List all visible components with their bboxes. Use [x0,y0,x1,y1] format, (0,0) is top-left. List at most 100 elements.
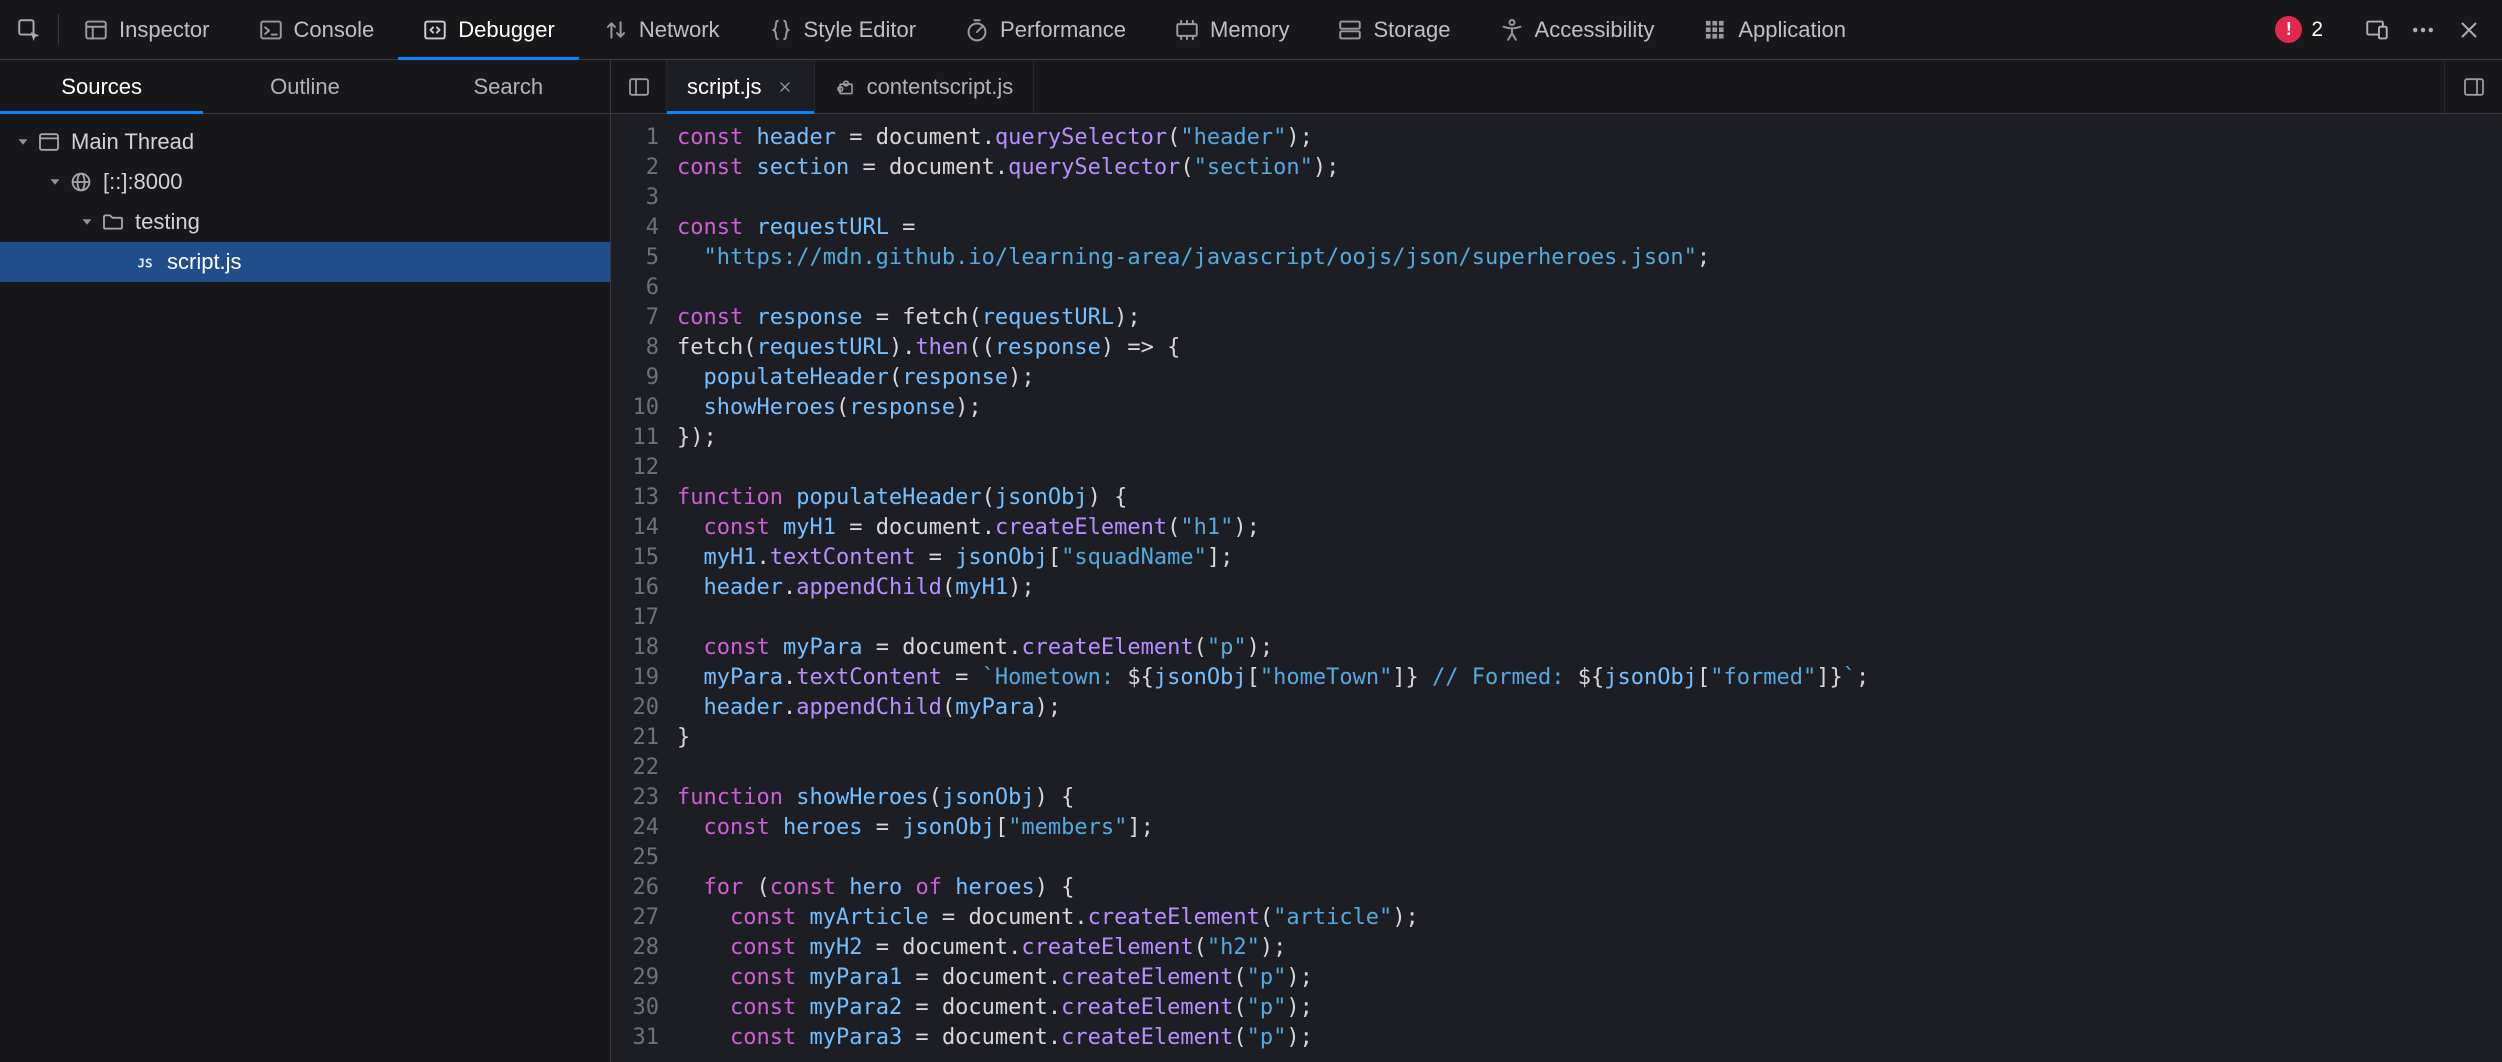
devtools-tab-debugger[interactable]: Debugger [398,0,579,59]
code-line-content: const requestURL = [677,213,915,243]
line-number[interactable]: 20 [611,693,677,723]
tree-item-script-js[interactable]: JSscript.js [0,242,610,282]
code-token: "p" [1247,995,1287,1020]
close-devtools-button[interactable] [2456,17,2482,43]
line-number[interactable]: 22 [611,753,677,783]
line-number[interactable]: 6 [611,273,677,303]
tree-item-testing[interactable]: testing [0,202,610,242]
line-number[interactable]: 2 [611,153,677,183]
devtools-toolbar: InspectorConsoleDebuggerNetworkStyle Edi… [0,0,2502,60]
panel-tab-outline[interactable]: Outline [203,60,406,113]
code-token [677,695,704,720]
panel-tab-search[interactable]: Search [407,60,610,113]
devtools-tab-inspector[interactable]: Inspector [59,0,234,59]
code-token: = [915,545,955,570]
caret-down-icon[interactable] [76,213,98,231]
line-number[interactable]: 15 [611,543,677,573]
code-token: showHeroes [796,785,928,810]
line-number[interactable]: 27 [611,903,677,933]
line-number[interactable]: 28 [611,933,677,963]
tree-item-host-8000[interactable]: [::]:8000 [0,162,610,202]
line-number[interactable]: 16 [611,573,677,603]
line-number[interactable]: 13 [611,483,677,513]
line-number[interactable]: 25 [611,843,677,873]
code-token: ( [1260,905,1273,930]
line-number[interactable]: 23 [611,783,677,813]
code-token [677,575,704,600]
line-number[interactable]: 8 [611,333,677,363]
responsive-design-mode-button[interactable] [2364,17,2390,43]
line-number[interactable]: 11 [611,423,677,453]
caret-down-icon[interactable] [44,173,66,191]
code-token: . [982,515,995,540]
code-token: ); [955,395,982,420]
line-number[interactable]: 21 [611,723,677,753]
line-number[interactable]: 4 [611,213,677,243]
code-line-content: const myH2 = document.createElement("h2"… [677,933,1286,963]
line-number[interactable]: 9 [611,363,677,393]
devtools-tab-style-editor[interactable]: Style Editor [744,0,941,59]
line-number[interactable]: 5 [611,243,677,273]
line-number[interactable]: 10 [611,393,677,423]
source-tab-script-js[interactable]: script.js [667,60,815,113]
code-line: 4const requestURL = [611,213,2502,243]
devtools-tab-memory[interactable]: Memory [1150,0,1313,59]
close-tab-icon[interactable] [776,78,794,96]
code-token: jsonObj [902,815,995,840]
devtools-tab-application[interactable]: Application [1678,0,1870,59]
code-line-content: myH1.textContent = jsonObj["squadName"]; [677,543,1233,573]
code-token: const [677,155,743,180]
line-number[interactable]: 18 [611,633,677,663]
code-token: populateHeader [796,485,981,510]
source-tab-contentscript-js[interactable]: contentscript.js [815,60,1035,113]
code-token: document [942,995,1048,1020]
line-number[interactable]: 12 [611,453,677,483]
devtools-tab-network[interactable]: Network [579,0,744,59]
line-number[interactable]: 14 [611,513,677,543]
code-line: 3 [611,183,2502,213]
code-token: section [756,155,849,180]
caret-down-icon[interactable] [12,133,34,151]
code-token: = [929,905,969,930]
expand-panes-button[interactable] [2444,60,2502,113]
tree-item-main-thread[interactable]: Main Thread [0,122,610,162]
line-number[interactable]: 29 [611,963,677,993]
error-count-badge[interactable]: 2 [2275,16,2323,43]
code-token: ]; [1207,545,1234,570]
code-token [796,995,809,1020]
line-number[interactable]: 1 [611,123,677,153]
panel-tab-sources[interactable]: Sources [0,60,203,113]
code-token: [ [1247,665,1260,690]
devtools-tab-console[interactable]: Console [234,0,399,59]
devtools-tab-accessibility[interactable]: Accessibility [1475,0,1679,59]
code-token: createElement [1021,935,1193,960]
pick-element-button[interactable] [0,0,58,59]
code-line-content: for (const hero of heroes) { [677,873,1074,903]
code-token: response [849,395,955,420]
code-token: ); [1286,1025,1313,1050]
code-token [770,635,783,660]
sources-panel-tabs: SourcesOutlineSearch [0,60,611,113]
devtools-menu-button[interactable] [2410,17,2436,43]
code-editor[interactable]: 1const header = document.querySelector("… [611,114,2502,1062]
network-icon [603,17,629,43]
line-number[interactable]: 3 [611,183,677,213]
line-number[interactable]: 7 [611,303,677,333]
code-token: document [942,1025,1048,1050]
code-line: 21} [611,723,2502,753]
code-line-content: } [677,723,690,753]
line-number[interactable]: 19 [611,663,677,693]
line-number[interactable]: 26 [611,873,677,903]
code-token [677,245,704,270]
toggle-sources-pane-button[interactable] [611,60,667,113]
devtools-tab-performance[interactable]: Performance [940,0,1150,59]
code-token: appendChild [796,575,942,600]
line-number[interactable]: 17 [611,603,677,633]
devtools-tab-storage[interactable]: Storage [1313,0,1474,59]
code-token [743,305,756,330]
code-line-content: const myArticle = document.createElement… [677,903,1419,933]
line-number[interactable]: 30 [611,993,677,1023]
line-number[interactable]: 31 [611,1023,677,1053]
code-token [796,1025,809,1050]
line-number[interactable]: 24 [611,813,677,843]
